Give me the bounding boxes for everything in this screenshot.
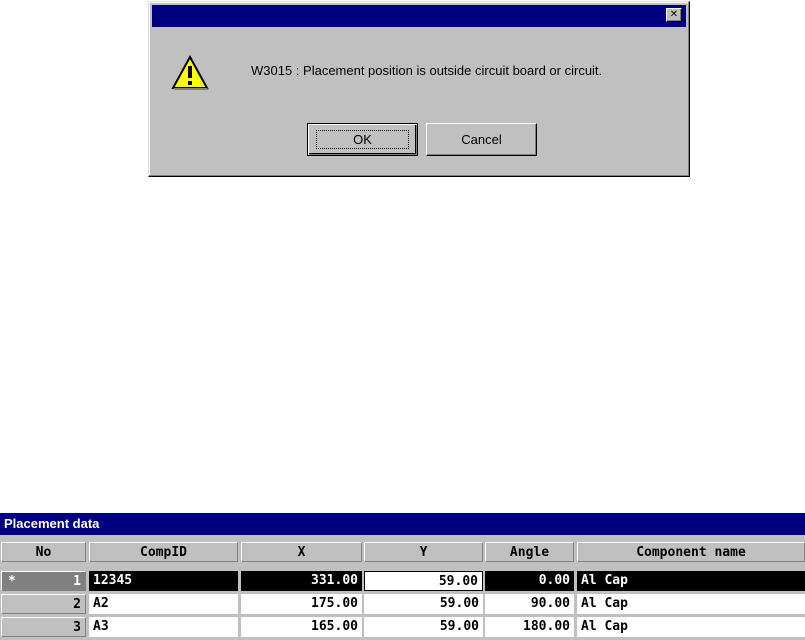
grid-title: Placement data bbox=[0, 513, 805, 535]
column-header-no[interactable]: No bbox=[1, 542, 86, 562]
cell-angle[interactable]: 180.00 bbox=[485, 617, 574, 637]
column-header-y[interactable]: Y bbox=[364, 542, 483, 562]
grid-header-row: No CompID X Y Angle Component name bbox=[0, 542, 805, 563]
cell-y[interactable]: 59.00 bbox=[364, 594, 483, 614]
table-row[interactable]: 3 A3 165.00 59.00 180.00 Al Cap bbox=[0, 617, 805, 638]
cell-y[interactable]: 59.00 bbox=[364, 617, 483, 637]
cell-angle[interactable]: 90.00 bbox=[485, 594, 574, 614]
row-number[interactable]: 3 bbox=[1, 617, 86, 637]
cell-angle[interactable]: 0.00 bbox=[485, 571, 574, 591]
row-number[interactable]: * 1 bbox=[1, 571, 86, 591]
column-header-compid[interactable]: CompID bbox=[89, 542, 238, 562]
row-number[interactable]: 2 bbox=[1, 594, 86, 614]
cell-component-name[interactable]: Al Cap bbox=[577, 594, 805, 614]
dialog-message: W3015 : Placement position is outside ci… bbox=[251, 63, 603, 78]
warning-icon bbox=[171, 55, 209, 90]
cell-component-name[interactable]: Al Cap bbox=[577, 617, 805, 637]
table-row[interactable]: * 1 12345 331.00 59.00 0.00 Al Cap bbox=[0, 571, 805, 592]
cell-compid[interactable]: A2 bbox=[89, 594, 238, 614]
close-button[interactable]: ✕ bbox=[666, 8, 682, 22]
column-header-component-name[interactable]: Component name bbox=[577, 542, 805, 562]
ok-button[interactable]: OK bbox=[307, 123, 418, 156]
cell-y[interactable]: 59.00 bbox=[364, 571, 483, 591]
cell-compid[interactable]: A3 bbox=[89, 617, 238, 637]
dialog-titlebar[interactable]: ✕ bbox=[152, 5, 686, 27]
cell-component-name[interactable]: Al Cap bbox=[577, 571, 805, 591]
current-row-marker: * bbox=[8, 574, 16, 589]
cell-x[interactable]: 165.00 bbox=[241, 617, 362, 637]
table-row[interactable]: 2 A2 175.00 59.00 90.00 Al Cap bbox=[0, 594, 805, 615]
cell-x[interactable]: 175.00 bbox=[241, 594, 362, 614]
close-icon: ✕ bbox=[669, 9, 679, 20]
column-header-angle[interactable]: Angle bbox=[485, 542, 574, 562]
placement-data-window: Placement data No CompID X Y Angle Compo… bbox=[0, 513, 805, 640]
cancel-button[interactable]: Cancel bbox=[426, 123, 537, 156]
cell-compid[interactable]: 12345 bbox=[89, 571, 238, 591]
ok-button-label: OK bbox=[316, 130, 409, 149]
warning-dialog: ✕ W3015 : Placement position is outside … bbox=[148, 1, 690, 177]
column-header-x[interactable]: X bbox=[241, 542, 362, 562]
cell-x[interactable]: 331.00 bbox=[241, 571, 362, 591]
